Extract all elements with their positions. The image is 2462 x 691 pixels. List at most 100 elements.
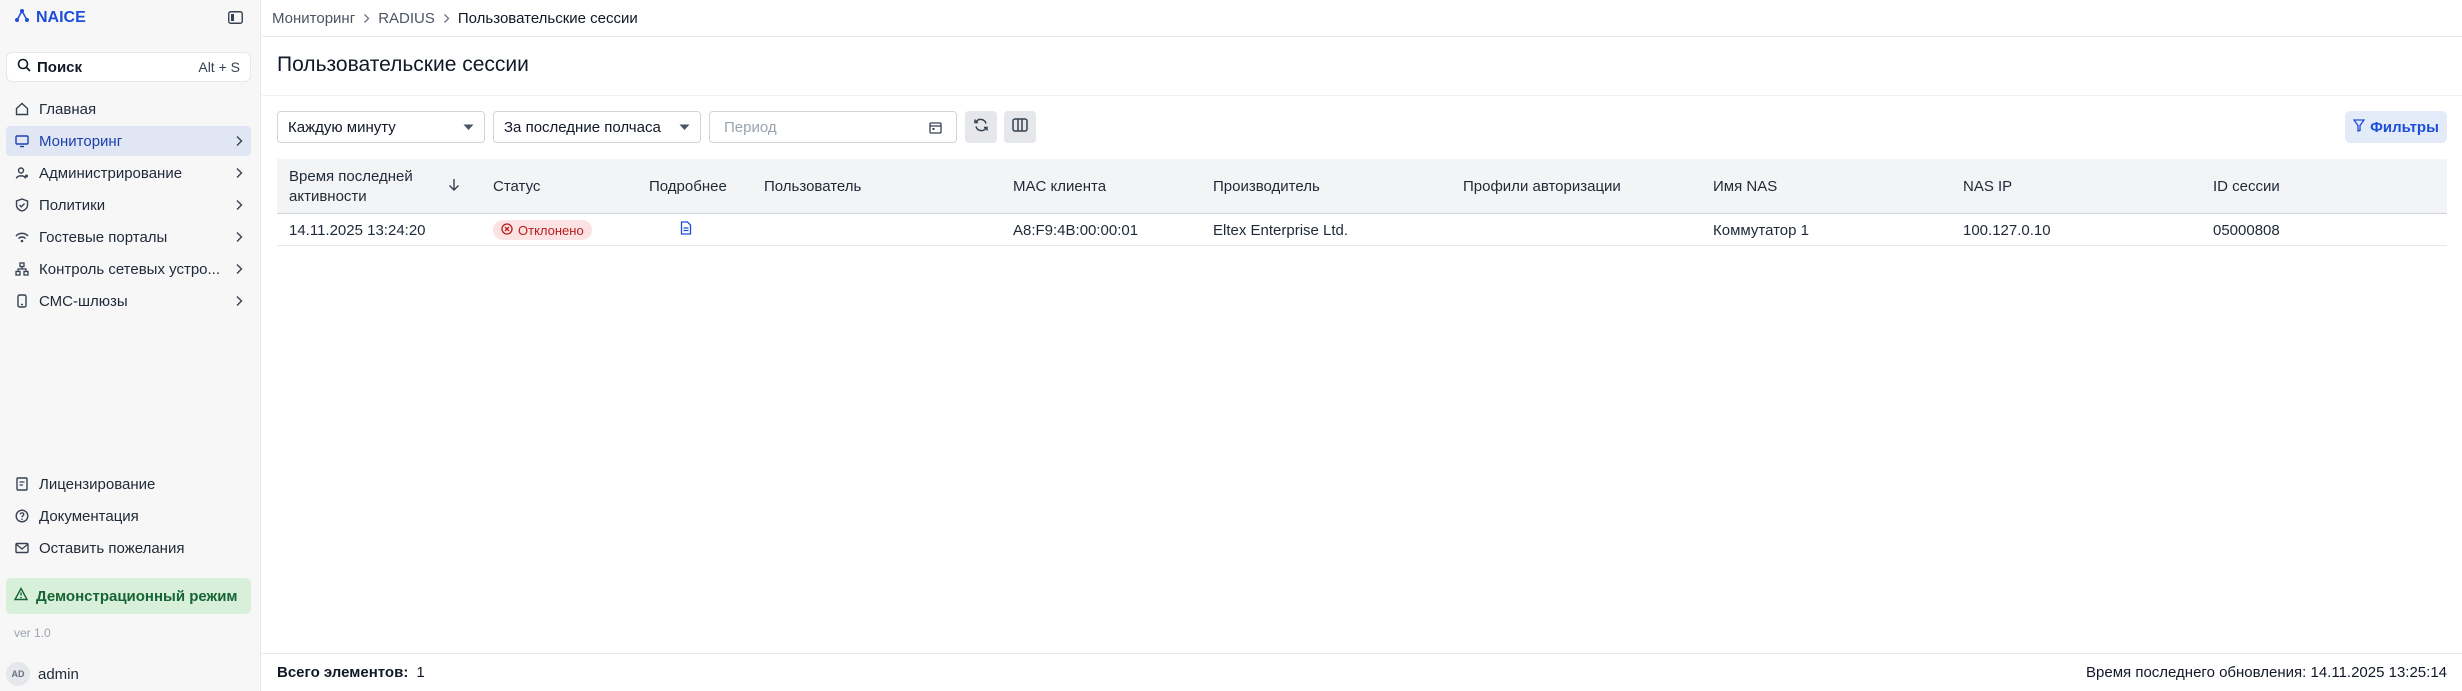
- sidebar-item-home[interactable]: Главная: [6, 94, 251, 124]
- sidebar-item-label: Документация: [39, 507, 139, 525]
- sidebar-item-documentation[interactable]: Документация: [6, 501, 251, 531]
- refresh-icon: [973, 117, 989, 137]
- sidebar-item-label: Администрирование: [39, 164, 183, 182]
- calendar-icon[interactable]: [929, 121, 942, 134]
- refresh-button[interactable]: [965, 111, 997, 143]
- app-logo[interactable]: NAICE: [14, 8, 86, 28]
- cell-session-id: 05000808: [2213, 221, 2280, 239]
- chevron-right-icon: [235, 263, 243, 275]
- columns-icon: [1012, 118, 1028, 136]
- mail-icon: [14, 540, 30, 556]
- sidebar: NAICE Поиск Alt + S Главная Мониторинг А…: [0, 0, 261, 691]
- cell-client-mac: A8:F9:4B:00:00:01: [1013, 221, 1139, 239]
- breadcrumb-item-monitoring[interactable]: Мониторинг: [272, 10, 355, 27]
- column-header-vendor[interactable]: Производитель: [1213, 159, 1320, 214]
- sidebar-item-guest-portals[interactable]: Гостевые порталы: [6, 222, 251, 252]
- filters-label: Фильтры: [2370, 118, 2439, 136]
- sessions-table: Время последней активности Статус Подроб…: [277, 159, 2447, 246]
- column-header-last-activity[interactable]: Время последней активности: [289, 159, 439, 214]
- portal-icon: [14, 229, 30, 245]
- table-footer: Всего элементов: 1 Время последнего обно…: [262, 653, 2462, 691]
- breadcrumb: Мониторинг RADIUS Пользовательские сесси…: [262, 0, 2462, 37]
- search-hotkey: Alt + S: [198, 59, 240, 75]
- cell-nas-ip: 100.127.0.10: [1963, 221, 2051, 239]
- chevron-right-icon: [235, 295, 243, 307]
- search-label: Поиск: [37, 58, 83, 76]
- demo-mode-banner[interactable]: Демонстрационный режим: [6, 578, 251, 614]
- user-name: admin: [38, 665, 79, 683]
- sidebar-item-policies[interactable]: Политики: [6, 190, 251, 220]
- period-input[interactable]: Период: [709, 111, 957, 143]
- refresh-interval-value: Каждую минуту: [288, 118, 396, 136]
- avatar: AD: [6, 662, 30, 686]
- column-header-nas-name[interactable]: Имя NAS: [1713, 159, 1777, 214]
- columns-button[interactable]: [1004, 111, 1036, 143]
- license-icon: [14, 476, 30, 492]
- search-icon: [17, 58, 31, 76]
- chevron-right-icon: [363, 13, 370, 24]
- sidebar-item-label: Оставить пожелания: [39, 539, 185, 557]
- sidebar-item-licensing[interactable]: Лицензирование: [6, 469, 251, 499]
- column-header-auth-profiles[interactable]: Профили авторизации: [1463, 159, 1621, 214]
- table-header: Время последней активности Статус Подроб…: [277, 159, 2447, 214]
- home-icon: [14, 101, 30, 117]
- network-icon: [14, 261, 30, 277]
- cell-last-activity: 14.11.2025 13:24:20: [289, 221, 426, 239]
- caret-down-icon: [463, 124, 474, 131]
- status-label: Отклонено: [518, 222, 584, 238]
- filters-button[interactable]: Фильтры: [2345, 111, 2447, 143]
- divider: [262, 95, 2462, 96]
- sidebar-item-sms-gateways[interactable]: СМС-шлюзы: [6, 286, 251, 316]
- sidebar-item-label: Гостевые порталы: [39, 228, 168, 246]
- phone-icon: [14, 293, 30, 309]
- breadcrumb-item-radius[interactable]: RADIUS: [378, 10, 435, 27]
- chevron-right-icon: [235, 231, 243, 243]
- chevron-right-icon: [235, 135, 243, 147]
- column-header-session-id[interactable]: ID сессии: [2213, 159, 2280, 214]
- document-icon: [680, 221, 692, 239]
- search-button[interactable]: Поиск Alt + S: [6, 52, 251, 82]
- column-header-client-mac[interactable]: MAC клиента: [1013, 159, 1106, 214]
- logo-icon: [14, 8, 30, 29]
- column-header-status[interactable]: Статус: [493, 159, 540, 214]
- user-menu[interactable]: AD admin: [6, 662, 79, 686]
- demo-mode-label: Демонстрационный режим: [36, 587, 238, 605]
- cell-status: Отклонено: [493, 214, 592, 246]
- details-button[interactable]: [680, 214, 692, 246]
- sidebar-item-label: Мониторинг: [39, 132, 123, 150]
- refresh-interval-select[interactable]: Каждую минуту: [277, 111, 485, 143]
- sidebar-collapse-icon[interactable]: [226, 9, 244, 25]
- sidebar-item-monitoring[interactable]: Мониторинг: [6, 126, 251, 156]
- sidebar-item-feedback[interactable]: Оставить пожелания: [6, 533, 251, 563]
- cell-nas-name: Коммутатор 1: [1713, 221, 1809, 239]
- time-range-value: За последние полчаса: [504, 118, 661, 136]
- monitor-icon: [14, 133, 30, 149]
- rejected-icon: [501, 222, 513, 238]
- help-icon: [14, 508, 30, 524]
- warning-icon: [13, 587, 29, 605]
- column-header-nas-ip[interactable]: NAS IP: [1963, 159, 2012, 214]
- app-version: ver 1.0: [14, 626, 51, 640]
- admin-icon: [14, 165, 30, 181]
- last-updated-text: Время последнего обновления: 14.11.2025 …: [2086, 664, 2447, 681]
- status-badge: Отклонено: [493, 220, 592, 240]
- sidebar-item-label: Главная: [39, 100, 97, 118]
- cell-vendor: Eltex Enterprise Ltd.: [1213, 221, 1349, 239]
- table-row[interactable]: 14.11.2025 13:24:20 Отклонено A8:F9:4B:0…: [277, 214, 2447, 246]
- period-placeholder: Период: [724, 118, 777, 136]
- chevron-right-icon: [443, 13, 450, 24]
- sidebar-item-network-control[interactable]: Контроль сетевых устро...: [6, 254, 251, 284]
- sort-descending-icon[interactable]: [448, 178, 460, 196]
- sidebar-item-administration[interactable]: Администрирование: [6, 158, 251, 188]
- caret-down-icon: [679, 124, 690, 131]
- sidebar-item-label: СМС-шлюзы: [39, 292, 128, 310]
- chevron-right-icon: [235, 199, 243, 211]
- sidebar-item-label: Политики: [39, 196, 106, 214]
- shield-icon: [14, 197, 30, 213]
- sidebar-item-label: Контроль сетевых устро...: [39, 260, 221, 278]
- breadcrumb-item-current: Пользовательские сессии: [457, 9, 638, 27]
- column-header-user[interactable]: Пользователь: [764, 159, 861, 214]
- column-header-details: Подробнее: [649, 178, 727, 195]
- time-range-select[interactable]: За последние полчаса: [493, 111, 701, 143]
- sidebar-item-label: Лицензирование: [39, 475, 156, 493]
